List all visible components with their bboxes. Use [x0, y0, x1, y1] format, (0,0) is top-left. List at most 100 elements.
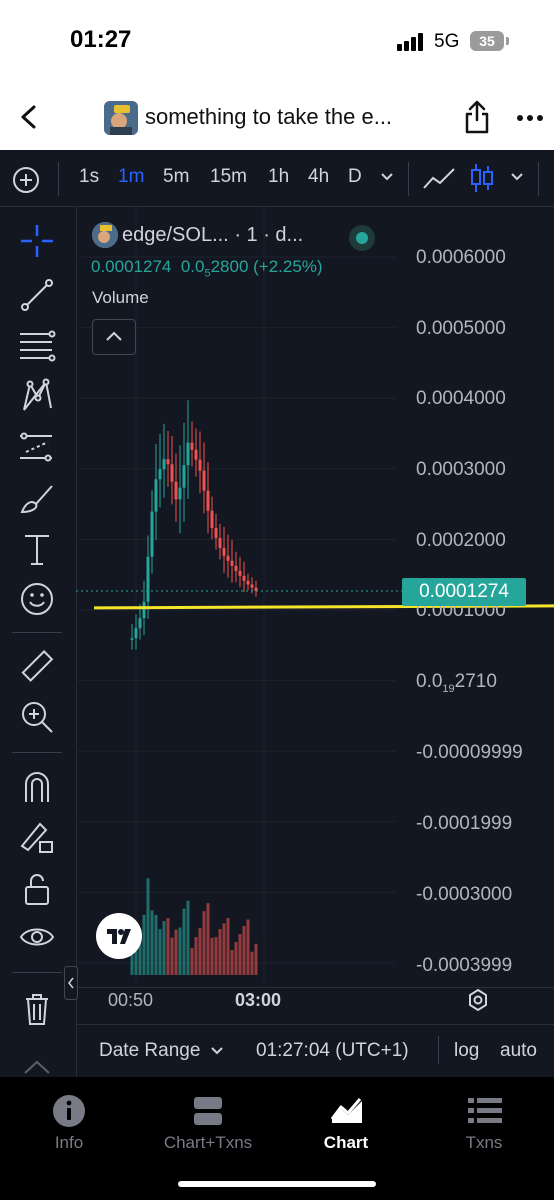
candle-body	[162, 459, 166, 470]
timeframe-1m[interactable]: 1m	[118, 166, 144, 188]
tab-info[interactable]: Info	[9, 1133, 129, 1153]
crosshair-icon[interactable]	[18, 222, 56, 260]
time-tick: 00:50	[108, 990, 154, 1010]
tools-divider	[12, 972, 62, 973]
tab-txns[interactable]: Txns	[424, 1133, 544, 1153]
volume-bar	[226, 918, 230, 975]
volume-bar	[170, 937, 174, 975]
tab-chart-txns[interactable]: Chart+Txns	[148, 1133, 268, 1153]
volume-bar	[210, 937, 214, 975]
volume-bar	[234, 942, 238, 975]
add-indicator-icon[interactable]	[12, 166, 40, 194]
candle-body	[190, 442, 194, 450]
lock-drawing-icon[interactable]	[18, 818, 56, 856]
legend-values: 0.0001274 0.052800 (+2.25%)	[91, 257, 323, 279]
price-tick: 0.0006000	[416, 247, 506, 268]
toolbar-divider	[538, 162, 539, 196]
more-icon[interactable]	[516, 114, 544, 122]
candle-body	[182, 465, 186, 488]
price-tick: 0.0003000	[416, 459, 506, 480]
network-label: 5G	[434, 31, 460, 52]
candle-body	[202, 470, 206, 491]
bottom-divider	[438, 1036, 439, 1064]
scroll-up-icon[interactable]	[22, 1058, 52, 1076]
split-icon	[194, 1097, 222, 1125]
battery-icon: 35	[470, 31, 504, 51]
chevron-down-icon[interactable]	[380, 172, 394, 182]
candle-body	[246, 580, 250, 585]
candle-body	[226, 555, 230, 561]
zoom-in-icon[interactable]	[18, 698, 56, 736]
tab-chart[interactable]: Chart	[286, 1133, 406, 1153]
chevron-down-icon[interactable]	[510, 172, 524, 182]
pattern-icon[interactable]	[18, 376, 56, 414]
candle-body	[158, 469, 162, 480]
status-time: 01:27	[70, 26, 132, 53]
timeframe-d[interactable]: D	[348, 166, 362, 188]
candle-body	[166, 459, 170, 465]
battery-tip	[506, 37, 509, 45]
timeframe-4h[interactable]: 4h	[308, 166, 329, 188]
price-tick: -0.0001999	[416, 813, 513, 834]
line-chart-icon[interactable]	[422, 166, 456, 192]
tradingview-logo[interactable]	[96, 913, 142, 959]
unlock-icon[interactable]	[18, 870, 56, 908]
candle-body	[174, 481, 178, 500]
candle-body	[194, 449, 198, 460]
date-range-button[interactable]: Date Range	[99, 1040, 224, 1062]
trash-icon[interactable]	[18, 990, 56, 1028]
legend-volume[interactable]: Volume	[92, 288, 149, 308]
candle-body	[218, 538, 222, 549]
timeframe-1h[interactable]: 1h	[268, 166, 289, 188]
auto-toggle[interactable]: auto	[500, 1040, 537, 1062]
collapse-legend-button[interactable]	[92, 319, 136, 355]
candle-body	[242, 575, 246, 581]
candle-body	[134, 628, 138, 639]
eye-icon[interactable]	[18, 918, 56, 956]
forecast-icon[interactable]	[18, 428, 56, 466]
candle-body	[154, 479, 158, 512]
timeframe-5m[interactable]: 5m	[163, 166, 189, 188]
magnet-icon[interactable]	[18, 768, 56, 806]
log-toggle[interactable]: log	[454, 1040, 479, 1062]
timeframe-1s[interactable]: 1s	[79, 166, 99, 188]
text-icon[interactable]	[18, 530, 56, 568]
back-icon[interactable]	[16, 104, 42, 130]
token-avatar	[104, 101, 138, 135]
candle-body	[170, 464, 174, 482]
volume-bar	[190, 948, 194, 975]
legend-symbol[interactable]: edge/SOL... · 1 · d...	[122, 224, 303, 247]
home-indicator	[178, 1181, 376, 1187]
candle-body	[198, 459, 202, 471]
trend-line-icon[interactable]	[18, 276, 56, 314]
timeframe-15m[interactable]: 15m	[210, 166, 247, 188]
candle-body	[250, 584, 254, 588]
volume-bar	[174, 929, 178, 975]
candle-body	[178, 487, 182, 500]
price-tick: 0.0005000	[416, 318, 506, 339]
symbol-interval: · 1 · d...	[234, 224, 304, 246]
volume-bar	[222, 923, 226, 975]
volume-bar	[166, 918, 170, 975]
volume-bar	[250, 951, 254, 975]
volume-bar	[162, 921, 166, 975]
volume-bar	[198, 928, 202, 975]
ruler-icon[interactable]	[18, 648, 56, 686]
emoji-icon[interactable]	[18, 580, 56, 618]
volume-bar	[142, 914, 146, 975]
volume-bar	[186, 900, 190, 975]
candle-body	[238, 570, 242, 576]
candle-body	[234, 565, 238, 571]
volume-bar	[242, 926, 246, 975]
settings-icon[interactable]	[466, 988, 490, 1012]
price-tick: -0.0003999	[416, 955, 513, 976]
timezone-clock[interactable]: 01:27:04 (UTC+1)	[256, 1040, 409, 1062]
brush-icon[interactable]	[18, 480, 56, 518]
candles-icon[interactable]	[469, 162, 495, 194]
fib-lines-icon[interactable]	[18, 326, 56, 364]
page-title: something to take the e...	[145, 104, 393, 129]
tools-divider	[12, 632, 62, 633]
candle-body	[206, 490, 210, 511]
candle-body	[186, 442, 190, 466]
share-icon[interactable]	[464, 100, 490, 134]
